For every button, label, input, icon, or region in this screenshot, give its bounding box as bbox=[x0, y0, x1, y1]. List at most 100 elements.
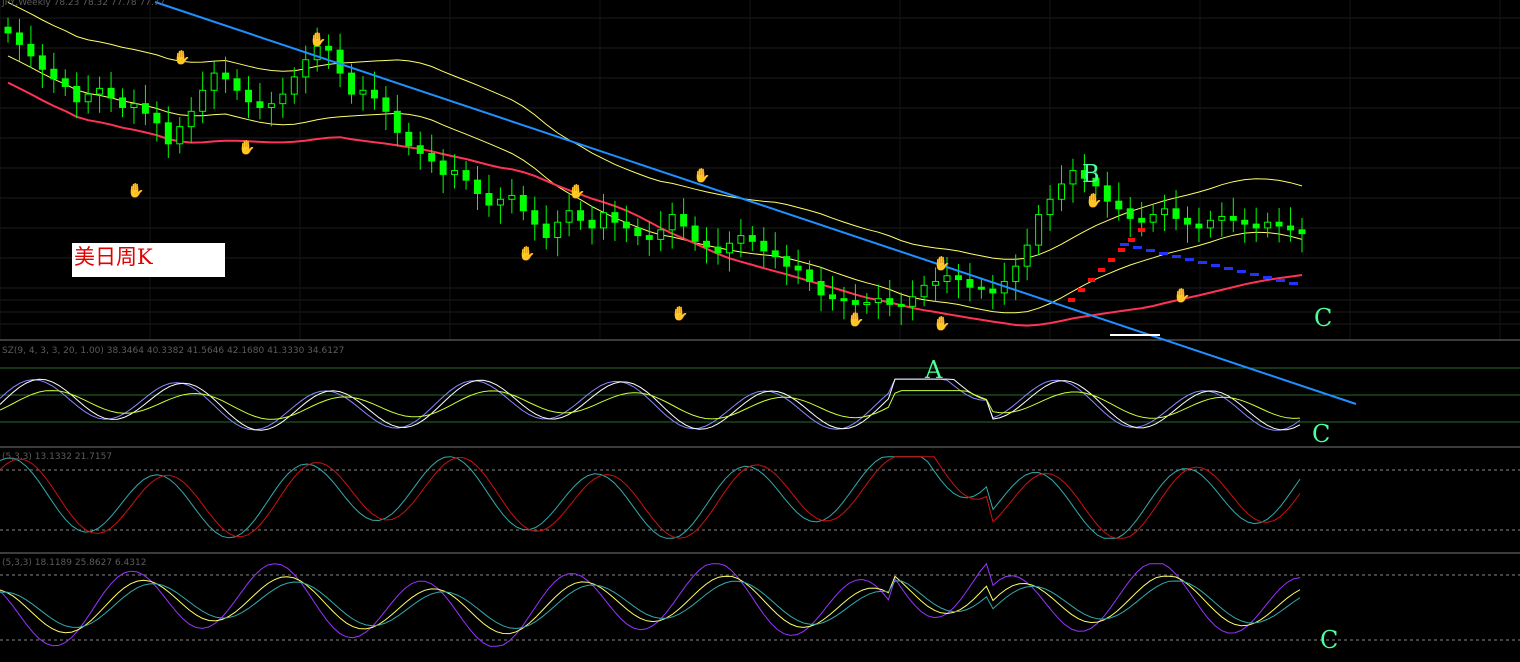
candle-body bbox=[244, 89, 252, 103]
candle-body bbox=[416, 145, 424, 154]
candle-body bbox=[886, 298, 894, 305]
candle-body bbox=[164, 122, 172, 145]
candle-body bbox=[496, 198, 504, 206]
candle-body bbox=[1035, 214, 1043, 246]
candle-body bbox=[96, 87, 104, 95]
stoch-d-line bbox=[0, 456, 1301, 539]
candle-body bbox=[989, 288, 997, 294]
candle-body bbox=[828, 294, 836, 300]
candle-body bbox=[141, 103, 149, 114]
projection-dot bbox=[1172, 255, 1181, 258]
candle-body bbox=[943, 275, 951, 282]
chart-title-box: 美日周K bbox=[72, 243, 225, 277]
candle-body bbox=[1069, 170, 1077, 185]
candle-body bbox=[531, 210, 539, 225]
candle-body bbox=[119, 97, 127, 109]
main-header: JPY,Weekly 78.23 78.32 77.78 77.77 bbox=[2, 0, 166, 8]
stoch-k-line bbox=[0, 456, 1301, 539]
projection-dot bbox=[1078, 288, 1085, 292]
candle-body bbox=[1138, 217, 1146, 223]
wave-label-c1: C bbox=[1314, 304, 1333, 332]
candle-body bbox=[1172, 208, 1180, 219]
ma-upper-band bbox=[7, 1, 1303, 260]
candle-body bbox=[1241, 219, 1249, 225]
osc3-main-line bbox=[0, 562, 1301, 647]
candle-body bbox=[370, 89, 378, 99]
wave-label-b: B bbox=[1082, 160, 1100, 188]
candle-body bbox=[714, 246, 722, 254]
candle-body bbox=[634, 227, 642, 237]
candle-body bbox=[1023, 244, 1031, 267]
chart-root: ✋ ✋ ✋ ✋ ✋ ✋ ✋ ✋ ✋ ✋ ✋ ✋ ✋ 美日周K JPY,Weekly 78.23 78.3… bbox=[0, 0, 1520, 662]
candle-body bbox=[1218, 215, 1226, 221]
candle-body bbox=[199, 89, 207, 112]
candle-body bbox=[703, 240, 711, 248]
candle-body bbox=[279, 93, 287, 105]
candle-body bbox=[1149, 214, 1157, 223]
candle-body bbox=[1275, 221, 1283, 227]
projection-dot bbox=[1088, 278, 1095, 282]
candle-body bbox=[1012, 265, 1020, 282]
candle-body bbox=[267, 103, 275, 108]
candle-body bbox=[863, 302, 871, 305]
fractal-up-icon: ✋ bbox=[1085, 192, 1102, 209]
candle-body bbox=[1206, 219, 1214, 229]
candle-body bbox=[920, 284, 928, 298]
candle-body bbox=[27, 43, 35, 57]
fractal-down-icon: ✋ bbox=[518, 245, 535, 262]
osc1-line bbox=[0, 378, 1301, 431]
candle-body bbox=[668, 214, 676, 231]
wave-label-c2: C bbox=[1312, 420, 1331, 448]
indicator2-header: (5,3,3) 13.1332 21.7157 bbox=[2, 452, 113, 462]
candle-body bbox=[577, 210, 585, 221]
candle-body bbox=[645, 235, 653, 240]
fractal-down-icon: ✋ bbox=[847, 311, 864, 328]
projection-dot bbox=[1224, 267, 1233, 270]
fractal-down-icon: ✋ bbox=[671, 305, 688, 322]
candle-body bbox=[760, 240, 768, 252]
projection-dot bbox=[1198, 261, 1207, 264]
fractal-up-icon: ✋ bbox=[693, 167, 710, 184]
candle-body bbox=[84, 93, 92, 103]
candle-body bbox=[1115, 200, 1123, 210]
candle-body bbox=[485, 193, 493, 206]
candle-body bbox=[462, 170, 470, 181]
projection-dot bbox=[1289, 282, 1298, 285]
candle-body bbox=[405, 131, 413, 147]
fractal-up-icon: ✋ bbox=[933, 255, 950, 272]
candle-body bbox=[680, 214, 688, 227]
ma-slow-line bbox=[7, 81, 1303, 327]
candle-body bbox=[15, 32, 23, 45]
candle-body bbox=[554, 221, 562, 239]
candle-body bbox=[691, 225, 699, 242]
fractal-down-icon: ✋ bbox=[933, 315, 950, 332]
candle-body bbox=[783, 256, 791, 267]
candle-body bbox=[565, 210, 573, 223]
projection-dot bbox=[1185, 258, 1194, 261]
wave-label-c3: C bbox=[1320, 626, 1339, 654]
candle-body bbox=[187, 110, 195, 128]
candle-body bbox=[1161, 208, 1169, 216]
candle-body bbox=[771, 250, 779, 258]
candle-body bbox=[954, 275, 962, 281]
osc1-line bbox=[0, 378, 1301, 431]
candle-body bbox=[588, 219, 596, 229]
indicator3-header: (5,3,3) 18.1189 25.8627 6.4312 bbox=[2, 558, 147, 568]
candle-body bbox=[130, 103, 138, 108]
projection-dot bbox=[1108, 258, 1115, 262]
candle-body bbox=[38, 55, 46, 70]
candle-body bbox=[233, 78, 241, 91]
candle-body bbox=[290, 76, 298, 95]
projection-dot bbox=[1276, 279, 1285, 282]
candle-body bbox=[599, 212, 607, 229]
candle-body bbox=[1229, 215, 1237, 221]
projection-dot bbox=[1211, 264, 1220, 267]
candle-body bbox=[107, 87, 115, 99]
candle-body bbox=[542, 223, 550, 238]
candle-body bbox=[519, 194, 527, 212]
candle-body bbox=[737, 235, 745, 244]
projection-dot bbox=[1118, 248, 1125, 252]
candle-body bbox=[1126, 208, 1134, 219]
candle-body bbox=[1183, 217, 1191, 225]
projection-dot bbox=[1120, 243, 1129, 246]
